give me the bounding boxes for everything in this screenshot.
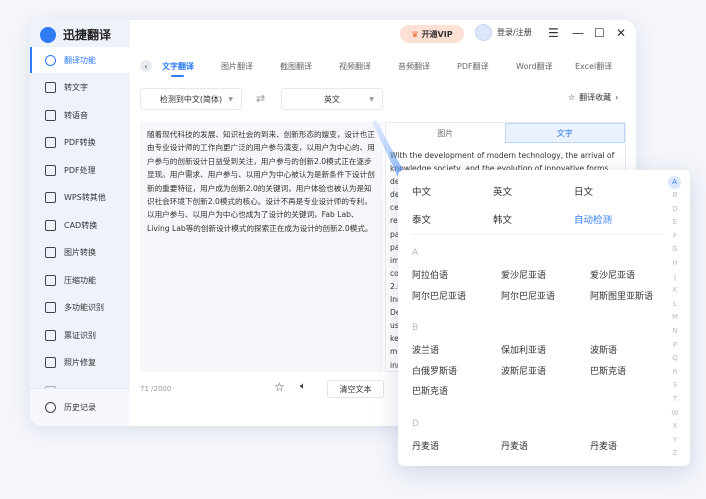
- lang-option[interactable]: 丹麦语: [590, 439, 617, 452]
- lang-option[interactable]: 丹麦语: [412, 439, 439, 452]
- index-letter[interactable]: D: [668, 203, 682, 217]
- group-letter: D: [412, 418, 419, 429]
- lang-option[interactable]: 白俄罗斯语: [412, 364, 457, 377]
- index-letter[interactable]: T: [668, 393, 682, 407]
- lang-option[interactable]: 爱沙尼亚语: [501, 268, 546, 281]
- lang-option[interactable]: 阿尔巴尼亚语: [412, 289, 466, 302]
- index-letter[interactable]: A: [668, 176, 681, 189]
- common-lang-option[interactable]: 日文: [574, 184, 593, 198]
- lang-option[interactable]: 保加利亚语: [501, 343, 546, 356]
- index-letter[interactable]: X: [668, 420, 682, 434]
- index-letter[interactable]: P: [668, 339, 682, 353]
- divider: [412, 234, 664, 235]
- index-letter[interactable]: L: [668, 298, 682, 312]
- lang-option[interactable]: 阿斯图里亚斯语: [590, 289, 653, 302]
- index-letter[interactable]: K: [668, 284, 682, 298]
- lang-option[interactable]: 阿拉伯语: [412, 268, 448, 281]
- common-lang-option[interactable]: 自动检测: [574, 212, 612, 226]
- index-letter[interactable]: Z: [668, 447, 682, 461]
- index-letter[interactable]: W: [668, 407, 682, 421]
- lang-option[interactable]: 波斯语: [590, 343, 617, 356]
- lang-option[interactable]: 爱沙尼亚语: [590, 268, 635, 281]
- common-lang-option[interactable]: 韩文: [493, 212, 512, 226]
- common-lang-option[interactable]: 中文: [412, 184, 431, 198]
- language-dropdown: ABDEFGHJKLMNPQRSTWXYZ 中文 英文 日文 泰文 韩文 自动检测 A 阿拉伯…: [398, 170, 690, 466]
- index-letter[interactable]: H: [668, 257, 682, 271]
- lang-option[interactable]: 丹麦语: [501, 439, 528, 452]
- lang-option[interactable]: 巴斯克语: [590, 364, 626, 377]
- index-letter[interactable]: Q: [668, 352, 682, 366]
- index-letter[interactable]: M: [668, 311, 682, 325]
- index-letter[interactable]: G: [668, 243, 682, 257]
- lang-option[interactable]: 巴斯克语: [412, 384, 448, 397]
- common-lang-option[interactable]: 英文: [493, 184, 512, 198]
- group-letter: A: [412, 248, 419, 258]
- lang-option[interactable]: 波斯尼亚语: [501, 364, 546, 377]
- lang-option[interactable]: 阿尔巴尼亚语: [501, 289, 555, 302]
- alphabet-index: ABDEFGHJKLMNPQRSTWXYZ: [668, 176, 682, 461]
- index-letter[interactable]: J: [668, 271, 682, 285]
- index-letter[interactable]: B: [668, 189, 682, 203]
- common-lang-option[interactable]: 泰文: [412, 212, 431, 226]
- index-letter[interactable]: F: [668, 230, 682, 244]
- index-letter[interactable]: N: [668, 325, 682, 339]
- lang-option[interactable]: 波兰语: [412, 343, 439, 356]
- index-letter[interactable]: E: [668, 216, 682, 230]
- group-letter: B: [412, 323, 419, 333]
- index-letter[interactable]: R: [668, 366, 682, 380]
- index-letter[interactable]: Y: [668, 434, 682, 448]
- index-letter[interactable]: S: [668, 379, 682, 393]
